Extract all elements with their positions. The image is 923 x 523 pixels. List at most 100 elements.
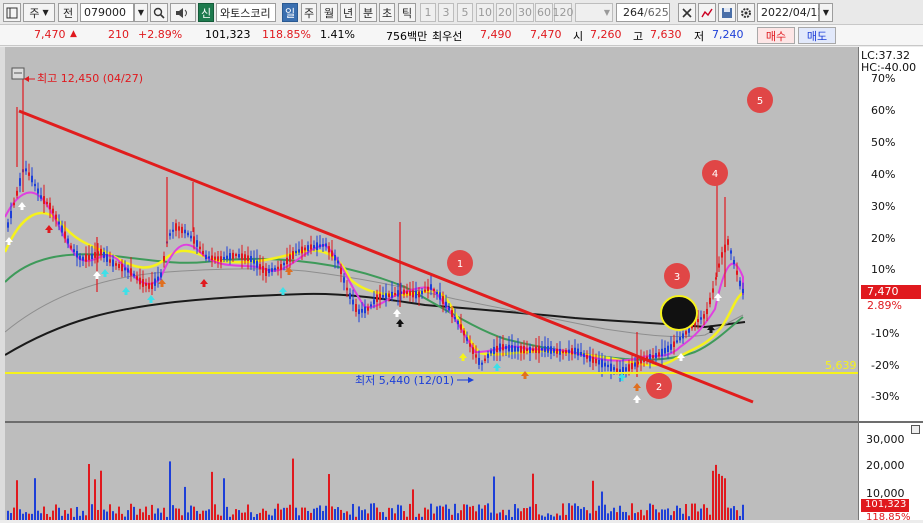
volume-bar xyxy=(514,504,516,520)
annotation-circle-1[interactable]: 1 xyxy=(447,250,473,276)
tab-second[interactable]: 초 xyxy=(379,3,395,22)
candle-body xyxy=(19,178,21,186)
low-label: 저 xyxy=(694,30,705,43)
volume-bar xyxy=(529,506,531,520)
interval-5[interactable]: 5 xyxy=(457,3,473,22)
signal-arrow xyxy=(122,287,130,295)
volume-bar xyxy=(145,506,147,520)
candle-body xyxy=(577,348,579,356)
candle-body xyxy=(559,348,561,355)
credit-badge[interactable]: 신 xyxy=(198,3,214,22)
candle-body xyxy=(313,245,315,249)
sell-button[interactable]: 매도 xyxy=(798,27,836,44)
tools-icon[interactable] xyxy=(678,3,696,22)
candle-body xyxy=(682,333,684,339)
date-field[interactable]: 2022/04/11 xyxy=(757,3,824,22)
candle-body xyxy=(181,226,183,234)
volume-bar xyxy=(91,504,93,520)
candle-body xyxy=(703,314,705,319)
save-icon[interactable] xyxy=(718,3,736,22)
tab-year[interactable]: 년 xyxy=(340,3,356,22)
candle-body xyxy=(13,202,15,206)
search-icon[interactable] xyxy=(150,3,168,22)
chart-line-glyph xyxy=(701,8,713,17)
volume-bar xyxy=(202,510,204,520)
code-input[interactable]: 079000 xyxy=(80,3,134,22)
vol-tick-30000: 30,000 xyxy=(866,433,905,446)
candle-body xyxy=(28,172,30,176)
volume: 101,323 xyxy=(205,28,251,41)
tab-day[interactable]: 일 xyxy=(282,3,298,22)
volume-bar xyxy=(412,489,414,520)
candle-body xyxy=(148,283,150,289)
interval-10[interactable]: 10 xyxy=(476,3,494,22)
trendline[interactable] xyxy=(18,109,754,404)
volume-bar xyxy=(292,458,294,520)
layout-icon[interactable] xyxy=(3,3,21,22)
volume-bar xyxy=(37,510,39,520)
speaker-icon[interactable] xyxy=(170,3,196,22)
candle-body xyxy=(544,346,546,352)
gear-icon[interactable] xyxy=(737,3,755,22)
prev-button[interactable]: 전 xyxy=(58,3,78,22)
price-axis[interactable]: LC:37.32 HC:-40.00 70% 60% 50% 40% 30% 2… xyxy=(858,47,923,523)
tab-week[interactable]: 주 xyxy=(301,3,317,22)
volume-bar xyxy=(124,516,126,520)
volume-bar xyxy=(574,503,576,520)
current-volume-pct: 118.85% xyxy=(866,512,911,523)
candle-body xyxy=(319,244,321,248)
chart-area[interactable]: 5,639 최고 12,450 (04/27) 최저 5,440 (12/01)… xyxy=(3,47,858,520)
interval-60[interactable]: 60 xyxy=(535,3,553,22)
date-dropdown-icon[interactable]: ▼ xyxy=(819,3,833,22)
volume-bar xyxy=(550,514,552,520)
candle-body xyxy=(496,345,498,353)
candle-body xyxy=(442,296,444,304)
volume-bar xyxy=(244,512,246,520)
market-select[interactable]: 주 ▼ xyxy=(23,3,55,22)
interval-3[interactable]: 3 xyxy=(438,3,454,22)
chart-line-icon[interactable] xyxy=(698,3,716,22)
annotation-circle-5[interactable]: 5 xyxy=(747,87,773,113)
candle-body xyxy=(244,254,246,261)
close-icon[interactable] xyxy=(911,425,920,434)
volume-bar xyxy=(538,514,540,520)
candle-body xyxy=(355,304,357,312)
candle-body xyxy=(286,257,288,265)
volume-bar xyxy=(310,512,312,520)
volume-bar xyxy=(682,513,684,520)
candle-body xyxy=(469,343,471,347)
count-field[interactable]: 264/625 xyxy=(616,3,670,22)
candle-body xyxy=(100,248,102,256)
interval-1[interactable]: 1 xyxy=(420,3,436,22)
candle-body xyxy=(160,272,162,278)
tab-minute[interactable]: 분 xyxy=(359,3,377,22)
volume-bar xyxy=(142,512,144,520)
code-dropdown-icon[interactable]: ▼ xyxy=(134,3,148,22)
volume-bar xyxy=(598,505,600,520)
candle-body xyxy=(553,348,555,353)
annotation-circle-3[interactable]: 3 xyxy=(664,263,690,289)
buy-button[interactable]: 매수 xyxy=(757,27,795,44)
candle-body xyxy=(661,348,663,357)
volume-bar xyxy=(352,503,354,520)
interval-30[interactable]: 30 xyxy=(516,3,534,22)
candle-body xyxy=(412,290,414,298)
candle-body xyxy=(658,352,660,357)
annotation-circle-4[interactable]: 4 xyxy=(702,160,728,186)
interval-dropdown[interactable]: ▼ xyxy=(575,3,613,22)
tab-tick[interactable]: 틱 xyxy=(398,3,416,22)
volume-bar xyxy=(736,510,738,520)
candle-body xyxy=(316,242,318,251)
interval-120[interactable]: 120 xyxy=(553,3,574,22)
interval-20[interactable]: 20 xyxy=(496,3,514,22)
volume-bar xyxy=(553,516,555,520)
price-change-pct: +2.89% xyxy=(138,28,183,41)
volume-bar xyxy=(475,511,477,520)
price-chart[interactable]: 5,639 최고 12,450 (04/27) 최저 5,440 (12/01)… xyxy=(3,47,858,520)
tab-month[interactable]: 월 xyxy=(320,3,338,22)
candle-body xyxy=(223,256,225,260)
annotation-circle-2[interactable]: 2 xyxy=(646,373,672,399)
volume-bar xyxy=(391,508,393,520)
volume-bar xyxy=(301,507,303,520)
candle-body xyxy=(229,253,231,261)
